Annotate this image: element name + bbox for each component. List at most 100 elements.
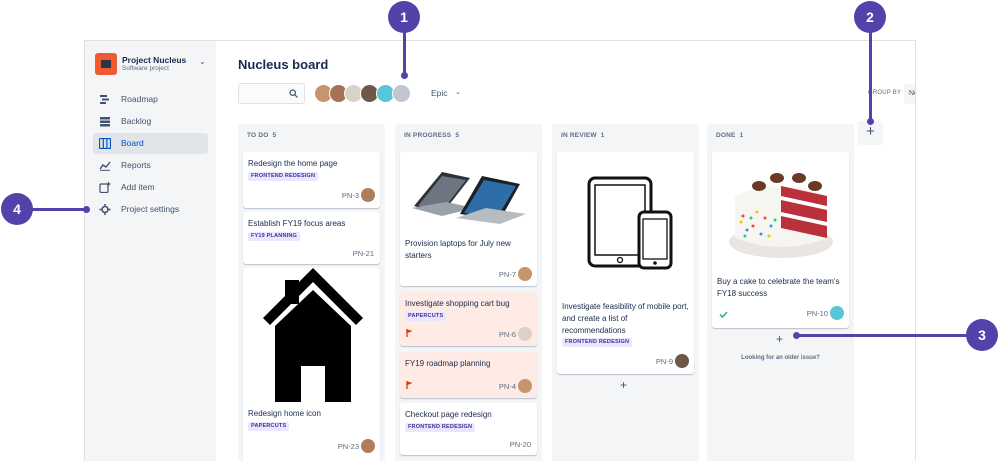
callout-2: 2 <box>854 1 886 33</box>
issue-card[interactable]: Redesign home icon PAPERCUTS PN-23 <box>243 268 380 461</box>
sidebar: Project Nucleus Software project ⌄ Roadm… <box>85 41 216 461</box>
app-window: Project Nucleus Software project ⌄ Roadm… <box>84 40 916 461</box>
issue-key: PN-20 <box>509 440 531 449</box>
issue-key: PN-3 <box>341 191 359 200</box>
roadmap-icon <box>100 95 109 104</box>
card-title: Buy a cake to celebrate the team's FY18 … <box>717 277 840 298</box>
column-header: IN REVIEW 1 <box>561 132 605 139</box>
epic-badge: FRONTEND REDESIGN <box>562 338 633 347</box>
callout-1: 1 <box>388 1 420 33</box>
issue-card-flagged[interactable]: FY19 roadmap planning PN-4 <box>400 352 537 398</box>
callout-line <box>28 208 86 211</box>
reports-icon <box>99 161 111 171</box>
callout-line <box>403 30 406 74</box>
sidebar-item-roadmap[interactable]: Roadmap <box>93 89 208 110</box>
project-switcher[interactable]: Project Nucleus Software project ⌄ <box>95 53 207 77</box>
column-done: DONE 1 Buy a cake to celebrate the team'… <box>707 124 854 461</box>
callout-4: 4 <box>1 193 33 225</box>
card-title: Establish FY19 focus areas <box>248 219 346 228</box>
card-title: Investigate feasibility of mobile port, … <box>562 302 689 335</box>
flag-icon <box>406 381 413 389</box>
sidebar-item-reports[interactable]: Reports <box>93 155 208 176</box>
sidebar-item-project-settings[interactable]: Project settings <box>93 199 208 220</box>
card-title: Redesign the home page <box>248 159 338 168</box>
house-icon <box>263 268 363 402</box>
epic-badge: FRONTEND REDESIGN <box>405 423 476 432</box>
sidebar-item-backlog[interactable]: Backlog <box>93 111 208 132</box>
callout-dot <box>401 72 408 79</box>
sidebar-item-label: Project settings <box>121 204 180 214</box>
issue-key: PN-6 <box>498 330 516 339</box>
avatar <box>518 379 532 393</box>
chevron-down-icon[interactable]: ⌄ <box>199 57 206 66</box>
sidebar-item-label: Add item <box>121 182 155 192</box>
column-in-progress: IN PROGRESS 5 Provision laptops for July… <box>395 124 542 461</box>
issue-card[interactable]: Investigate feasibility of mobile port, … <box>557 152 694 374</box>
issue-key: PN-9 <box>655 357 673 366</box>
card-title: Investigate shopping cart bug <box>405 299 510 308</box>
issue-key: PN-4 <box>498 382 516 391</box>
issue-key: PN-23 <box>337 442 359 451</box>
callout-line <box>869 30 872 120</box>
sidebar-item-board[interactable]: Board <box>93 133 208 154</box>
add-item-icon <box>99 182 111 193</box>
issue-card[interactable]: Checkout page redesign FRONTEND REDESIGN… <box>400 403 537 455</box>
gear-icon <box>99 204 111 215</box>
issue-card[interactable]: Buy a cake to celebrate the team's FY18 … <box>712 152 849 328</box>
avatar <box>675 354 689 368</box>
avatar <box>361 188 375 202</box>
avatar <box>518 327 532 341</box>
callout-dot <box>793 332 800 339</box>
epic-badge: FRONTEND REDESIGN <box>248 172 319 181</box>
project-name: Project Nucleus <box>122 55 187 65</box>
avatar <box>518 267 532 281</box>
column-header: TO DO 5 <box>247 132 277 139</box>
search-input[interactable] <box>238 83 305 104</box>
laptops-image <box>412 172 526 224</box>
card-title: Provision laptops for July new starters <box>405 239 511 260</box>
older-issue-link[interactable]: Looking for an older issue? <box>707 355 854 361</box>
chevron-down-icon[interactable]: ⌄ <box>455 88 461 96</box>
project-logo <box>95 53 117 75</box>
flag-icon <box>406 329 413 337</box>
sidebar-item-label: Reports <box>121 160 151 170</box>
page-title: Nucleus board <box>238 57 329 72</box>
group-by-label: GROUP BY <box>868 90 902 96</box>
sidebar-item-add-item[interactable]: Add item <box>93 177 208 198</box>
search-icon <box>289 89 298 98</box>
done-check-icon <box>719 311 728 318</box>
issue-key: PN-7 <box>498 270 516 279</box>
group-by-select[interactable]: No <box>904 84 915 104</box>
issue-key: PN-21 <box>352 249 374 258</box>
avatar[interactable] <box>392 84 411 103</box>
add-card-button[interactable]: + <box>776 332 783 346</box>
column-header: DONE 1 <box>716 132 744 139</box>
column-header: IN PROGRESS 5 <box>404 132 460 139</box>
issue-card-flagged[interactable]: Investigate shopping cart bug PAPERCUTS … <box>400 292 537 346</box>
issue-card[interactable]: Redesign the home page FRONTEND REDESIGN… <box>243 152 380 208</box>
column-in-review: IN REVIEW 1 Investigate feasibility of m… <box>552 124 699 461</box>
epic-filter[interactable]: Epic <box>431 88 448 98</box>
card-title: FY19 roadmap planning <box>405 359 491 368</box>
project-type: Software project <box>122 65 169 72</box>
callout-dot <box>83 206 90 213</box>
avatar <box>830 306 844 320</box>
epic-badge: PAPERCUTS <box>248 422 290 431</box>
board-icon <box>99 138 111 149</box>
sidebar-item-label: Backlog <box>121 116 152 126</box>
card-title: Checkout page redesign <box>405 410 492 419</box>
callout-3: 3 <box>966 319 998 351</box>
avatar <box>361 439 375 453</box>
add-card-button[interactable]: + <box>620 378 627 392</box>
callout-line <box>798 334 970 337</box>
epic-badge: PAPERCUTS <box>405 312 447 321</box>
sidebar-item-label: Board <box>121 138 144 148</box>
callout-dot <box>867 118 874 125</box>
mobile-devices-icon <box>587 176 673 270</box>
column-to-do: TO DO 5 Redesign the home page FRONTEND … <box>238 124 385 461</box>
card-title: Redesign home icon <box>248 409 321 418</box>
cake-image <box>729 173 833 258</box>
issue-card[interactable]: Provision laptops for July new starters … <box>400 152 537 286</box>
issue-card[interactable]: Establish FY19 focus areas FY19 PLANNING… <box>243 212 380 264</box>
sidebar-item-label: Roadmap <box>121 94 158 104</box>
